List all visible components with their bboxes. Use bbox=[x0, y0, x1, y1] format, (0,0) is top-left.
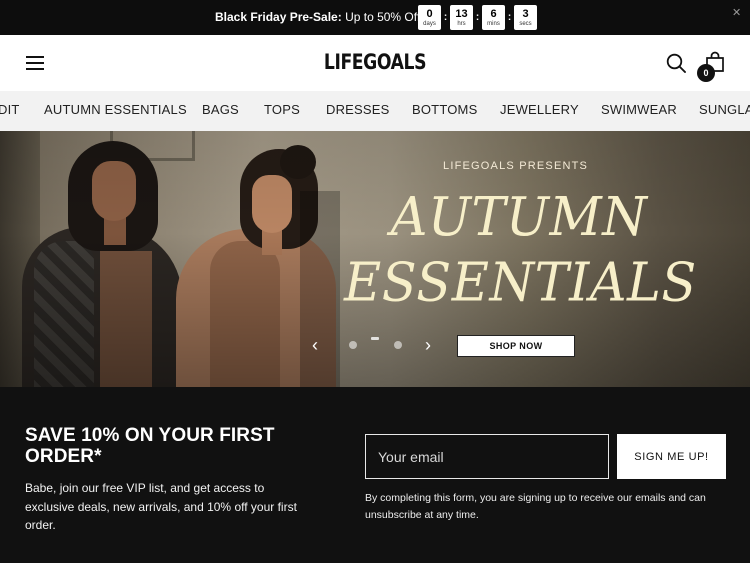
announcement-bold: Black Friday Pre-Sale: bbox=[215, 10, 342, 24]
nav-item-bags[interactable]: BAGS bbox=[202, 102, 239, 117]
newsletter-legal-text: By completing this form, you are signing… bbox=[365, 492, 706, 521]
nav-item-jewellery[interactable]: JEWELLERY bbox=[500, 102, 579, 117]
nav-item-sunglasses[interactable]: SUNGLA bbox=[699, 102, 750, 117]
countdown-minutes-unit: mins bbox=[487, 21, 500, 27]
countdown-days-unit: days bbox=[423, 21, 436, 27]
countdown-separator: : bbox=[475, 12, 480, 23]
slider-next-arrow-icon[interactable]: › bbox=[425, 336, 439, 354]
hero-title-line-1: AUTUMN bbox=[390, 186, 648, 249]
countdown-seconds-unit: secs bbox=[519, 21, 532, 27]
announcement-bar: Black Friday Pre-Sale: Up to 50% Off 0 da… bbox=[0, 0, 750, 35]
email-field[interactable] bbox=[365, 434, 609, 479]
countdown-minutes-value: 6 bbox=[490, 8, 497, 20]
announcement-text: Black Friday Pre-Sale: Up to 50% Off bbox=[215, 10, 420, 24]
nav-item-dresses[interactable]: DRESSES bbox=[326, 102, 390, 117]
nav-item-swimwear[interactable]: SWIMWEAR bbox=[601, 102, 677, 117]
countdown-seconds: 3 secs bbox=[514, 5, 537, 30]
site-logo[interactable]: LIFEGOALS bbox=[68, 50, 683, 74]
category-nav: DIT AUTUMN ESSENTIALS BAGS TOPS DRESSES … bbox=[0, 91, 750, 131]
nav-item-tops[interactable]: TOPS bbox=[264, 102, 300, 117]
countdown-days: 0 days bbox=[418, 5, 441, 30]
announcement-offer: Up to 50% Off bbox=[341, 10, 421, 24]
countdown-hours-value: 13 bbox=[455, 8, 468, 20]
slider-prev-arrow-icon[interactable]: ‹ bbox=[312, 336, 326, 354]
site-header: LIFEGOALS 0 bbox=[0, 35, 750, 91]
countdown-separator: : bbox=[443, 12, 448, 23]
newsletter-description: Babe, join our free VIP list, and get ac… bbox=[25, 481, 297, 532]
hero-title: AUTUMN ESSENTIALS bbox=[344, 186, 697, 316]
newsletter-section: SAVE 10% ON YOUR FIRST ORDER* Babe, join… bbox=[0, 387, 750, 563]
nav-item-autumn-essentials[interactable]: AUTUMN ESSENTIALS bbox=[44, 102, 187, 117]
countdown-separator: : bbox=[507, 12, 512, 23]
countdown-seconds-value: 3 bbox=[522, 8, 529, 20]
slider-dot-3[interactable] bbox=[394, 341, 402, 349]
countdown-hours-unit: hrs bbox=[457, 21, 466, 27]
countdown-timer: 0 days : 13 hrs : 6 mins : 3 secs bbox=[418, 5, 537, 30]
slider-dot-1[interactable] bbox=[349, 341, 357, 349]
close-icon[interactable]: ✕ bbox=[732, 8, 742, 19]
hamburger-menu-icon[interactable] bbox=[26, 55, 44, 71]
countdown-days-value: 0 bbox=[426, 8, 433, 20]
sign-up-button[interactable]: SIGN ME UP! bbox=[617, 434, 726, 479]
nav-item-edit[interactable]: DIT bbox=[0, 102, 20, 117]
nav-item-bottoms[interactable]: BOTTOMS bbox=[412, 102, 477, 117]
countdown-hours: 13 hrs bbox=[450, 5, 473, 30]
slider-dot-2-active[interactable] bbox=[371, 337, 379, 340]
cart-count-badge[interactable]: 0 bbox=[697, 64, 715, 82]
countdown-minutes: 6 mins bbox=[482, 5, 505, 30]
search-icon[interactable] bbox=[666, 53, 686, 73]
newsletter-title: SAVE 10% ON YOUR FIRST ORDER* bbox=[25, 425, 275, 467]
hero-title-line-2: ESSENTIALS bbox=[344, 252, 697, 314]
shop-now-button[interactable]: SHOP NOW bbox=[457, 335, 575, 357]
hero-eyebrow: LIFEGOALS PRESENTS bbox=[443, 160, 589, 172]
